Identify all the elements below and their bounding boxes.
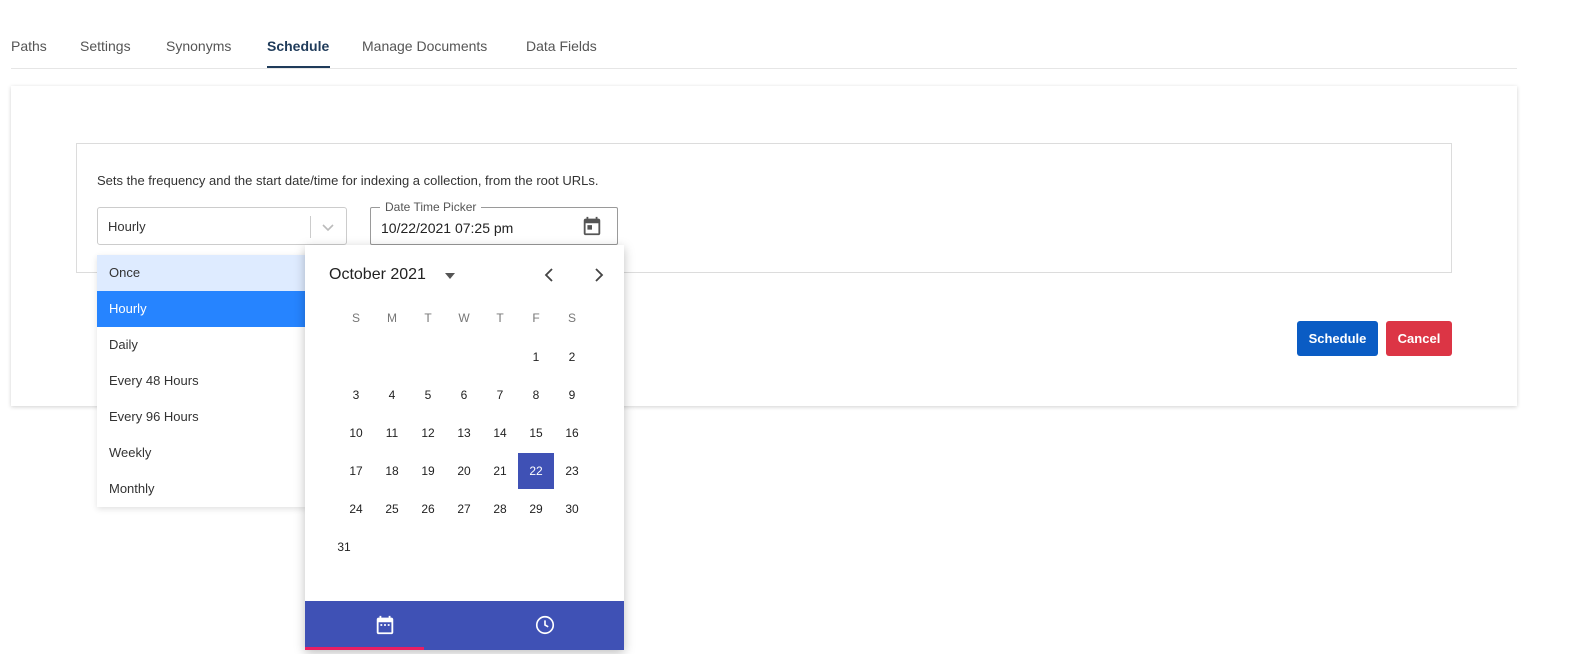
weekday-label: W bbox=[458, 311, 470, 325]
active-mode-indicator bbox=[305, 647, 424, 650]
calendar-day[interactable]: 9 bbox=[554, 377, 590, 413]
calendar-day[interactable]: 23 bbox=[554, 453, 590, 489]
date-picker-popup: October 2021 SMTWTFS 1 2 3 4 5 6 7 8 9 10 11 12 13 14… bbox=[305, 245, 624, 650]
schedule-panel: Sets the frequency and the start date/ti… bbox=[76, 143, 1452, 273]
chevron-down-icon[interactable] bbox=[320, 219, 336, 235]
frequency-option-daily[interactable]: Daily bbox=[97, 327, 307, 363]
caret-down-icon[interactable] bbox=[444, 271, 456, 281]
calendar-day[interactable]: 2 bbox=[554, 339, 590, 375]
date-tab[interactable] bbox=[305, 601, 464, 650]
calendar-day[interactable]: 16 bbox=[554, 415, 590, 451]
calendar-day[interactable]: 3 bbox=[338, 377, 374, 413]
schedule-button[interactable]: Schedule bbox=[1297, 321, 1378, 356]
calendar-day[interactable]: 17 bbox=[338, 453, 374, 489]
tab-settings[interactable]: Settings bbox=[80, 38, 131, 54]
frequency-option-monthly[interactable]: Monthly bbox=[97, 471, 307, 507]
tab-schedule[interactable]: Schedule bbox=[267, 38, 329, 54]
chevron-right-icon[interactable] bbox=[589, 266, 607, 284]
picker-mode-tabs bbox=[305, 601, 624, 650]
tab-synonyms[interactable]: Synonyms bbox=[166, 38, 231, 54]
datetime-picker-field[interactable]: Date Time Picker 10/22/2021 07:25 pm bbox=[370, 200, 618, 245]
calendar-day[interactable]: 7 bbox=[482, 377, 518, 413]
clock-icon bbox=[535, 615, 555, 635]
weekday-label: T bbox=[424, 311, 432, 325]
calendar-day-selected[interactable]: 22 bbox=[518, 453, 554, 489]
calendar-day[interactable]: 29 bbox=[518, 491, 554, 527]
calendar-icon bbox=[376, 615, 394, 635]
frequency-option-every-48-hours[interactable]: Every 48 Hours bbox=[97, 363, 307, 399]
frequency-option-weekly[interactable]: Weekly bbox=[97, 435, 307, 471]
frequency-menu: Once Hourly Daily Every 48 Hours Every 9… bbox=[97, 255, 307, 507]
frequency-option-every-96-hours[interactable]: Every 96 Hours bbox=[97, 399, 307, 435]
calendar-day[interactable]: 24 bbox=[338, 491, 374, 527]
calendar-day[interactable]: 27 bbox=[446, 491, 482, 527]
tab-bar: Paths Settings Synonyms Schedule Manage … bbox=[11, 0, 1517, 69]
weekday-label: T bbox=[496, 311, 504, 325]
weekday-label: S bbox=[567, 311, 576, 325]
calendar-day[interactable]: 30 bbox=[554, 491, 590, 527]
datetime-picker-label: Date Time Picker bbox=[380, 200, 482, 214]
frequency-option-once[interactable]: Once bbox=[97, 255, 307, 291]
schedule-description: Sets the frequency and the start date/ti… bbox=[97, 173, 599, 188]
calendar-day[interactable]: 1 bbox=[518, 339, 554, 375]
frequency-value: Hourly bbox=[108, 219, 146, 234]
calendar-icon[interactable] bbox=[581, 215, 603, 237]
calendar-day[interactable]: 15 bbox=[518, 415, 554, 451]
tab-data-fields[interactable]: Data Fields bbox=[526, 38, 597, 54]
calendar-day[interactable]: 31 bbox=[326, 529, 362, 565]
select-separator bbox=[310, 216, 311, 238]
calendar-day[interactable]: 12 bbox=[410, 415, 446, 451]
calendar-day[interactable]: 19 bbox=[410, 453, 446, 489]
cancel-button[interactable]: Cancel bbox=[1386, 321, 1452, 356]
calendar-day[interactable]: 6 bbox=[446, 377, 482, 413]
weekday-label: S bbox=[351, 311, 360, 325]
chevron-left-icon[interactable] bbox=[541, 266, 559, 284]
calendar-day[interactable]: 4 bbox=[374, 377, 410, 413]
calendar-day[interactable]: 11 bbox=[374, 415, 410, 451]
weekday-label: F bbox=[532, 311, 540, 325]
calendar-day[interactable]: 5 bbox=[410, 377, 446, 413]
calendar-day[interactable]: 20 bbox=[446, 453, 482, 489]
calendar-day[interactable]: 25 bbox=[374, 491, 410, 527]
frequency-option-hourly[interactable]: Hourly bbox=[97, 291, 307, 327]
weekday-label: M bbox=[387, 311, 397, 325]
calendar-day[interactable]: 14 bbox=[482, 415, 518, 451]
calendar-day[interactable]: 8 bbox=[518, 377, 554, 413]
calendar-day[interactable]: 13 bbox=[446, 415, 482, 451]
calendar-month-label[interactable]: October 2021 bbox=[329, 266, 426, 284]
frequency-select[interactable]: Hourly bbox=[97, 207, 347, 245]
tab-paths[interactable]: Paths bbox=[11, 38, 47, 54]
time-tab[interactable] bbox=[465, 601, 624, 650]
calendar-day[interactable]: 10 bbox=[338, 415, 374, 451]
calendar-day[interactable]: 21 bbox=[482, 453, 518, 489]
active-tab-indicator bbox=[267, 66, 330, 68]
calendar-day[interactable]: 28 bbox=[482, 491, 518, 527]
tab-manage-documents[interactable]: Manage Documents bbox=[362, 38, 487, 54]
calendar-day[interactable]: 26 bbox=[410, 491, 446, 527]
calendar-day[interactable]: 18 bbox=[374, 453, 410, 489]
datetime-picker-value[interactable]: 10/22/2021 07:25 pm bbox=[381, 220, 513, 236]
